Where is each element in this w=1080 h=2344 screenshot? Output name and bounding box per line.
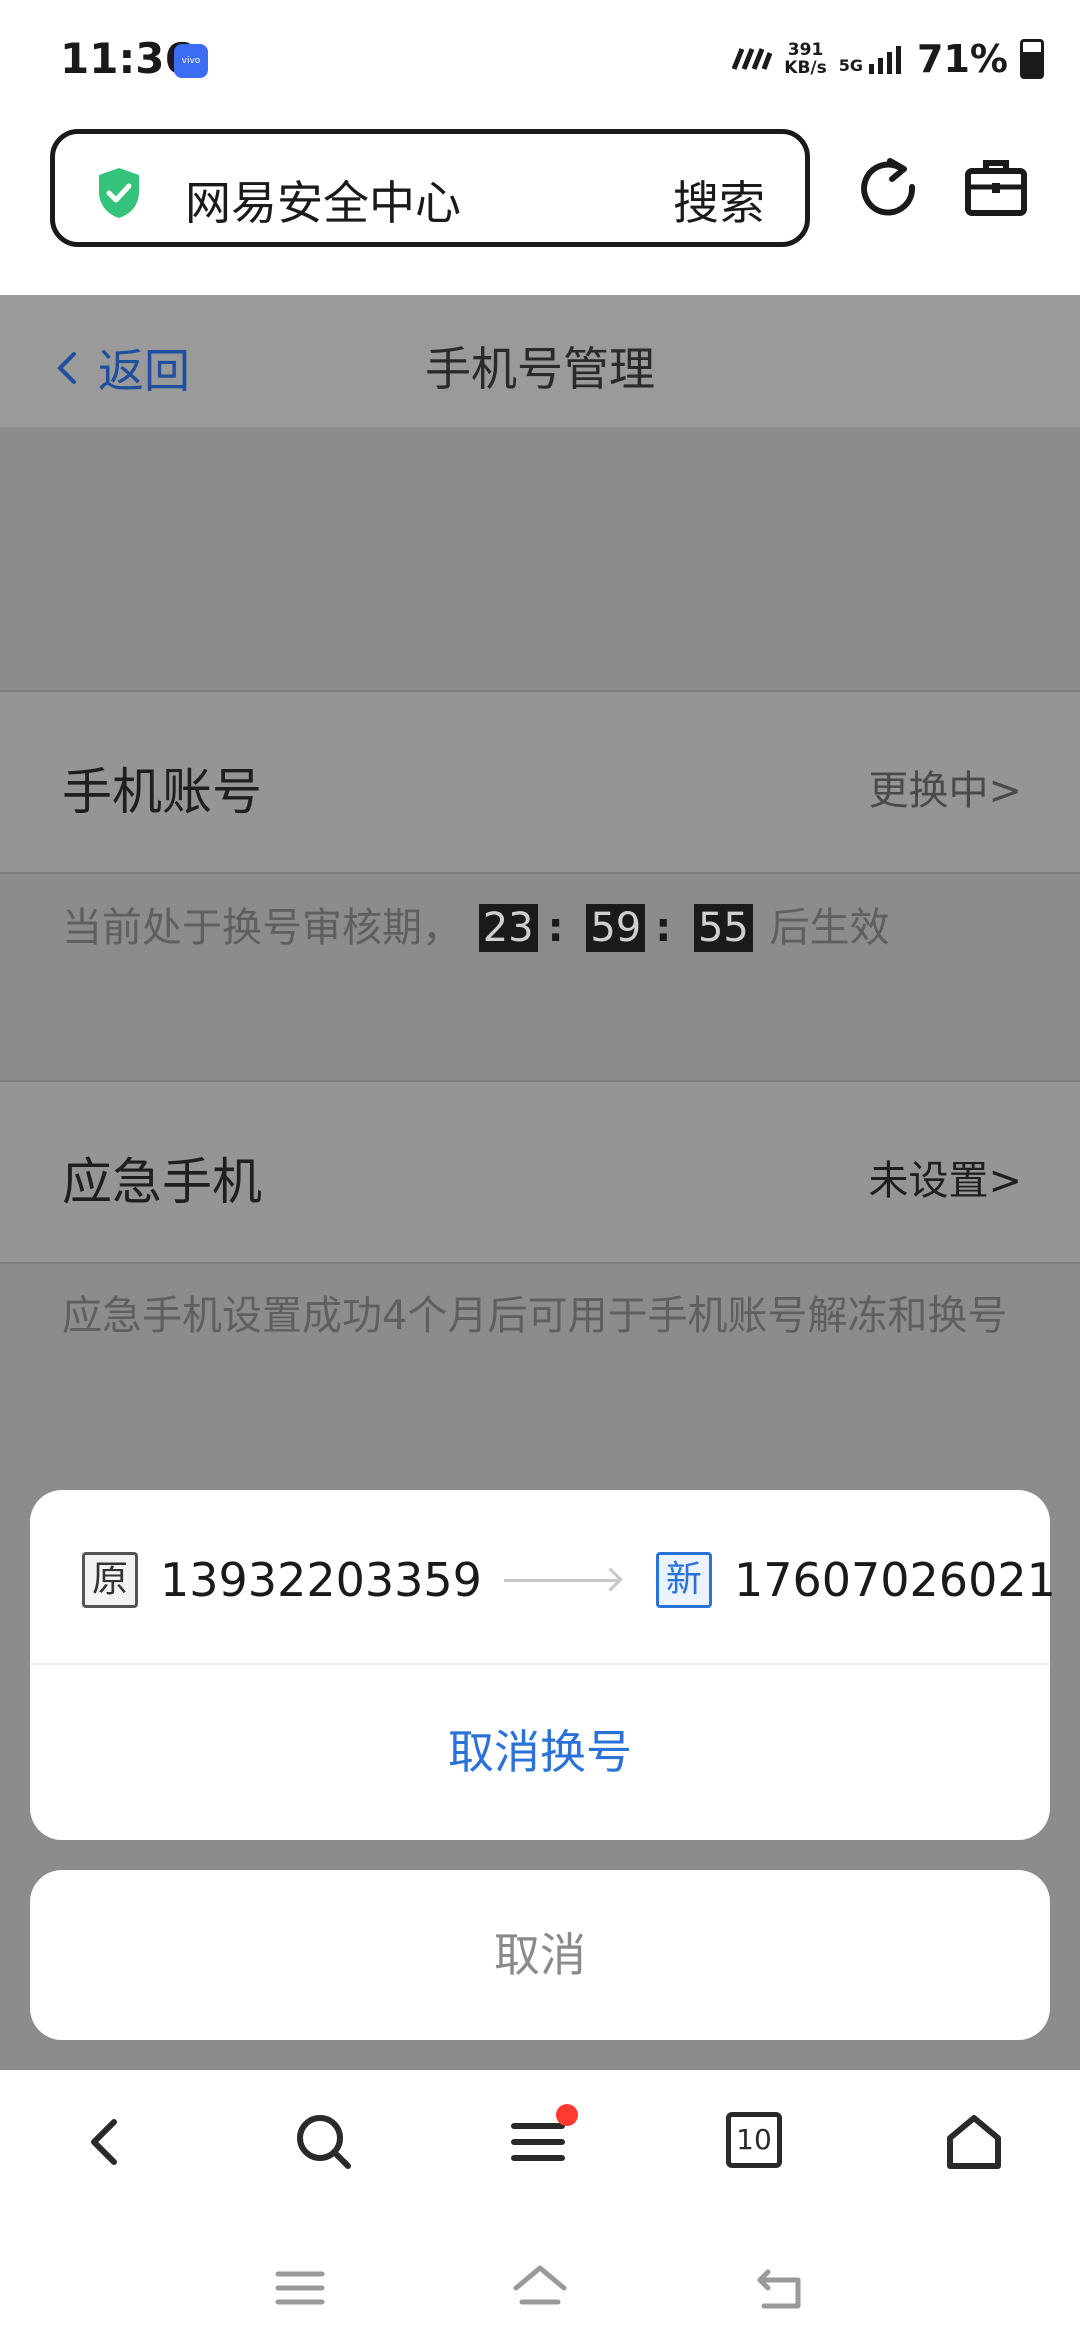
number-change-summary: 原 13932203359 新 17607026021	[82, 1552, 1056, 1608]
battery-percent: 71%	[917, 37, 1008, 81]
status-indicators: 391 KB/s 5G 71%	[732, 34, 1044, 84]
status-bar: 11:36 vivo 391 KB/s 5G 71%	[0, 0, 1080, 125]
countdown-seconds: 55	[693, 904, 753, 952]
home-icon[interactable]	[942, 2110, 1006, 2174]
old-number-tag: 原	[82, 1552, 138, 1608]
tabs-button[interactable]: 10	[726, 2112, 782, 2168]
emergency-phone-status: 未设置>	[868, 1158, 1022, 1204]
review-note-prefix: 当前处于换号审核期，	[62, 905, 462, 951]
notification-dot	[556, 2104, 578, 2126]
signal-bars-icon	[869, 46, 902, 74]
arrow-right-icon	[503, 1578, 620, 1582]
cancel-change-button[interactable]: 取消换号	[30, 1665, 1050, 1840]
system-nav-bar	[0, 2210, 1080, 2344]
change-number-sheet: 原 13932203359 新 17607026021 取消换号	[30, 1490, 1056, 1840]
banner-gap	[0, 427, 1080, 691]
site-title: 网易安全中心	[185, 176, 461, 230]
countdown-hours: 23	[478, 904, 538, 952]
vivo-badge-icon: vivo	[174, 44, 208, 78]
phone-account-label: 手机账号	[62, 763, 262, 821]
back-icon[interactable]	[74, 2110, 138, 2174]
battery-icon	[1020, 39, 1044, 79]
network-speed: 391 KB/s	[784, 41, 826, 77]
system-home-icon[interactable]	[512, 2260, 568, 2316]
search-button[interactable]: 搜索	[673, 167, 765, 233]
new-number: 17607026021	[733, 1553, 1056, 1607]
phone-account-status: 更换中>	[868, 768, 1022, 814]
countdown-minutes: 59	[586, 904, 646, 952]
network-speed-value: 391	[787, 40, 824, 60]
old-number: 13932203359	[160, 1553, 482, 1607]
signal-speed-icon	[732, 48, 773, 70]
review-period-note: 当前处于换号审核期， 23: 59: 55 后生效	[62, 904, 890, 952]
emergency-phone-note: 应急手机设置成功4个月后可用于手机账号解冻和换号	[62, 1293, 1008, 1339]
emergency-phone-label: 应急手机	[62, 1153, 262, 1211]
page-header: 返回 手机号管理	[0, 295, 1080, 427]
page-title: 手机号管理	[425, 342, 655, 396]
refresh-icon[interactable]	[858, 157, 918, 217]
cellular-signal: 5G	[839, 44, 905, 74]
system-back-icon[interactable]	[752, 2260, 808, 2316]
network-type: 5G	[838, 56, 864, 75]
toolbox-icon[interactable]	[964, 157, 1028, 217]
menu-button[interactable]	[508, 2104, 578, 2174]
network-speed-unit: KB/s	[784, 58, 827, 78]
emergency-phone-row[interactable]: 应急手机 未设置>	[0, 1080, 1080, 1264]
address-bar[interactable]: 网易安全中心 搜索	[50, 129, 810, 247]
browser-toolbar: 网易安全中心 搜索	[0, 125, 1080, 295]
recent-apps-icon[interactable]	[272, 2260, 328, 2316]
new-number-tag: 新	[655, 1552, 712, 1608]
cancel-button[interactable]: 取消	[30, 1870, 1050, 2040]
phone-account-row[interactable]: 手机账号 更换中>	[0, 690, 1080, 874]
review-note-suffix: 后生效	[769, 905, 890, 951]
shield-check-icon	[99, 168, 139, 218]
bottom-nav: 10	[0, 2070, 1080, 2210]
search-icon[interactable]	[292, 2110, 356, 2174]
